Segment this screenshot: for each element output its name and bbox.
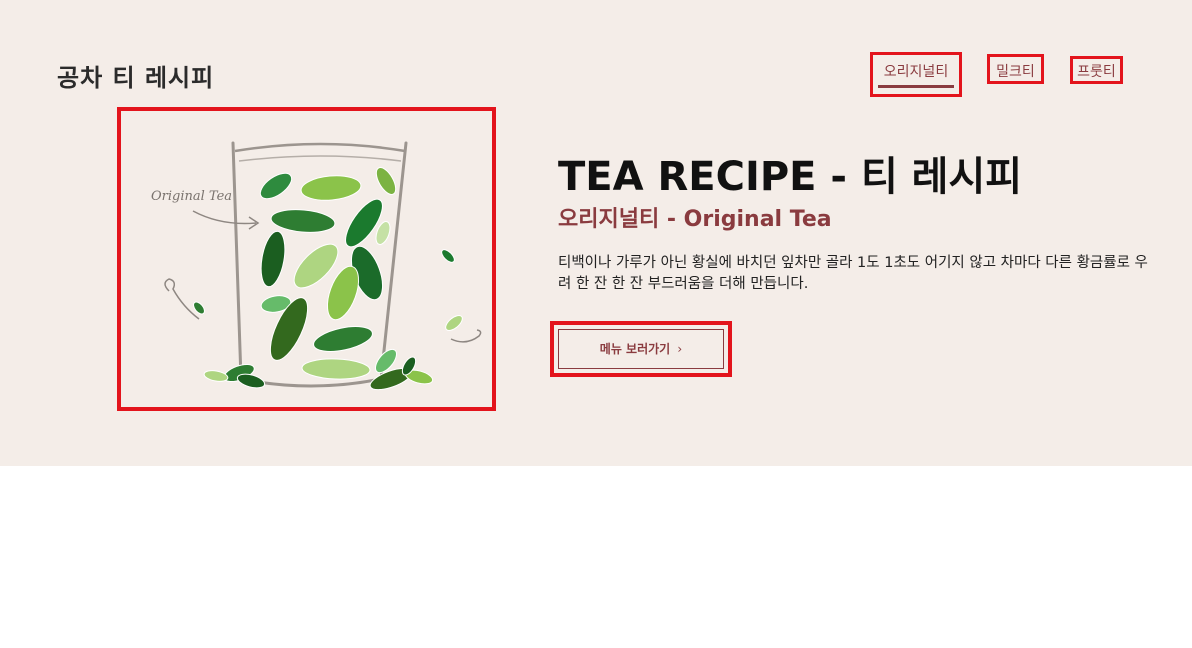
original-tea-illustration: Original Tea (117, 107, 496, 411)
tea-category-tabs: 오리지널티 밀크티 프룻티 (0, 52, 1192, 98)
tea-glass-icon (164, 141, 482, 391)
hero-subtitle: 오리지널티 - Original Tea (558, 207, 832, 232)
view-menu-label: 메뉴 보러가기 (599, 342, 671, 356)
chevron-right-icon: › (677, 342, 683, 356)
hero-section: 공차 티 레시피 오리지널티 밀크티 프룻티 Original Tea TEA … (0, 0, 1192, 466)
tab-original-label: 오리지널티 (883, 64, 949, 80)
original-tea-caption: Original Tea (151, 189, 233, 204)
menu-button-frame[interactable]: 메뉴 보러가기 › (550, 321, 732, 377)
tab-original-tea[interactable]: 오리지널티 (870, 52, 962, 97)
tab-milk-tea[interactable]: 밀크티 (987, 54, 1044, 84)
view-menu-button[interactable]: 메뉴 보러가기 › (558, 329, 724, 369)
active-tab-underline (878, 85, 954, 88)
tab-fruit-tea[interactable]: 프룻티 (1070, 56, 1123, 84)
hero-title: TEA RECIPE - 티 레시피 (558, 154, 1023, 200)
tab-milk-label: 밀크티 (996, 64, 1035, 80)
tab-fruit-label: 프룻티 (1077, 64, 1116, 80)
hero-description: 티백이나 가루가 아닌 황실에 바치던 잎차만 골라 1도 1초도 어기지 않고… (558, 255, 1148, 292)
